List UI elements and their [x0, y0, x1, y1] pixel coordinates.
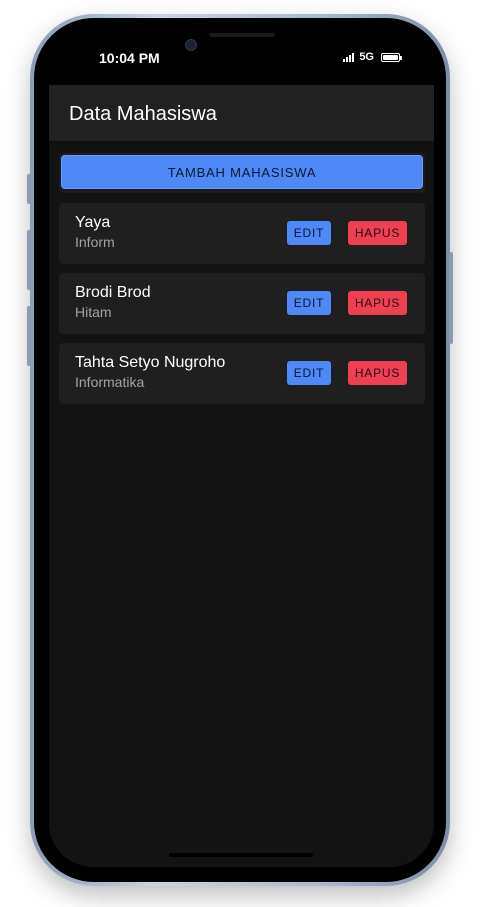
speaker-grille	[209, 33, 275, 37]
student-name: Brodi Brod	[75, 284, 151, 301]
screen: 10:04 PM 5G Data Mahasiswa TAMBAH MAHASI…	[49, 33, 434, 867]
delete-button[interactable]: HAPUS	[348, 221, 407, 245]
student-major: Informatika	[75, 374, 145, 390]
student-name: Yaya	[75, 214, 111, 231]
silent-switch	[27, 174, 31, 204]
student-major: Inform	[75, 234, 115, 250]
status-icons: 5G	[343, 51, 402, 63]
battery-icon	[381, 52, 402, 62]
student-card: Brodi Brod Hitam EDIT HAPUS	[59, 273, 425, 334]
delete-button[interactable]: HAPUS	[348, 291, 407, 315]
student-card: Yaya Inform EDIT HAPUS	[59, 203, 425, 264]
signal-icon	[343, 52, 355, 62]
student-major: Hitam	[75, 304, 112, 320]
volume-up-button	[27, 230, 31, 290]
delete-button[interactable]: HAPUS	[348, 361, 407, 385]
status-time: 10:04 PM	[99, 50, 160, 66]
front-camera	[185, 39, 197, 51]
edit-button[interactable]: EDIT	[287, 221, 331, 245]
student-name: Tahta Setyo Nugroho	[75, 354, 226, 371]
power-button	[449, 252, 453, 344]
network-label: 5G	[359, 51, 374, 63]
volume-down-button	[27, 306, 31, 366]
home-indicator[interactable]	[169, 853, 313, 857]
edit-button[interactable]: EDIT	[287, 291, 331, 315]
add-button-container: TAMBAH MAHASISWA	[59, 153, 425, 193]
app-bar: Data Mahasiswa	[49, 85, 434, 141]
page-title: Data Mahasiswa	[69, 103, 217, 125]
edit-button[interactable]: EDIT	[287, 361, 331, 385]
status-bar: 10:04 PM 5G	[49, 33, 434, 85]
add-student-button[interactable]: TAMBAH MAHASISWA	[61, 155, 423, 189]
student-card: Tahta Setyo Nugroho Informatika EDIT HAP…	[59, 343, 425, 404]
